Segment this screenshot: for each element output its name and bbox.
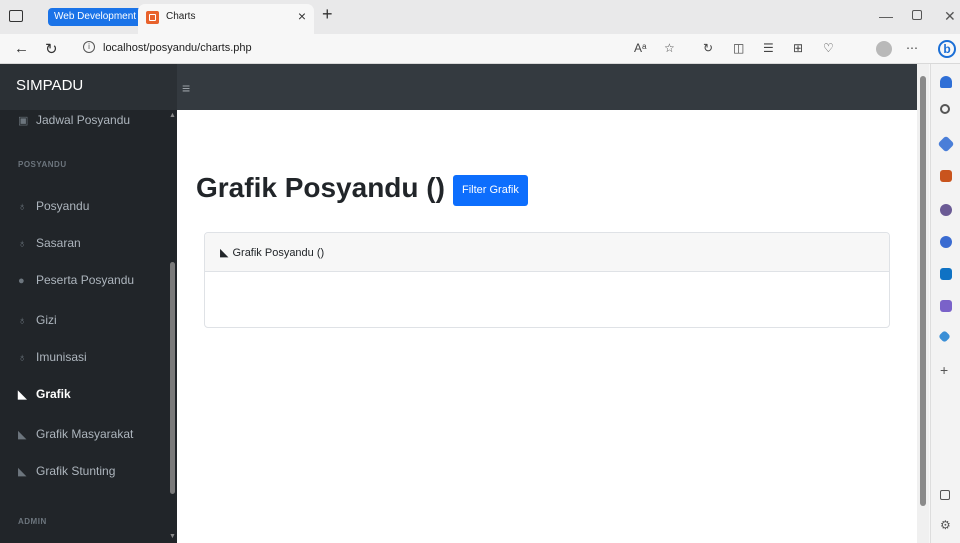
hide-sidebar-icon[interactable] (940, 490, 950, 500)
main-content: Grafik Posyandu () Filter Grafik ◣ Grafik… (177, 110, 917, 543)
sidebar-item-gizi[interactable]: ♁ Gizi (18, 313, 57, 327)
app-brand[interactable]: SIMPADU (0, 64, 177, 110)
designer-icon[interactable] (940, 300, 952, 312)
url-field[interactable]: localhost/posyandu/charts.php (103, 42, 252, 54)
minimize-icon[interactable]: — (879, 8, 893, 24)
sidebar-scrollbar[interactable]: ▲ ▼ (168, 110, 177, 543)
tab-title: Charts (166, 11, 196, 22)
sidebar-heading-admin: ADMIN (18, 517, 47, 526)
sidebar-item-peserta-posyandu[interactable]: ● Peserta Posyandu (18, 273, 134, 287)
read-aloud-icon[interactable]: Aᵃ (634, 41, 646, 55)
more-menu-icon[interactable]: ⋯ (906, 41, 918, 55)
collections-icon[interactable]: ⊞ (793, 41, 803, 55)
scroll-up-arrow-icon[interactable]: ▲ (169, 112, 176, 119)
microsoft365-icon[interactable] (940, 236, 952, 248)
notification-bell-icon[interactable] (940, 76, 952, 88)
card-header: ◣ Grafik Posyandu () (205, 233, 889, 272)
split-screen-icon[interactable]: ◫ (733, 41, 744, 55)
tab-actions-icon[interactable] (9, 10, 23, 22)
favorites-icon[interactable]: ☰ (763, 41, 774, 55)
chart-card: ◣ Grafik Posyandu () (204, 232, 890, 328)
area-chart-icon: ◣ (18, 466, 27, 478)
page-scrollbar-thumb[interactable] (920, 76, 926, 506)
favorite-star-icon[interactable]: ☆ (664, 41, 675, 55)
add-sidebar-app-icon[interactable]: + (940, 362, 952, 378)
tab-favicon-icon (146, 11, 159, 24)
browser-side-panel: + ⚙ (930, 64, 960, 543)
drop-icon[interactable] (938, 330, 951, 343)
sidebar-item-posyandu[interactable]: ♁ Posyandu (18, 199, 89, 213)
user-icon: ● (18, 275, 25, 287)
sidebar-item-grafik[interactable]: ◣ Grafik (18, 387, 71, 401)
sidebar: ▣ Jadwal Posyandu POSYANDU ♁ Posyandu ♁ Sas… (0, 110, 177, 543)
scroll-down-arrow-icon[interactable]: ▼ (169, 533, 176, 540)
new-tab-icon[interactable]: + (322, 4, 333, 25)
profile-avatar[interactable] (876, 41, 892, 57)
area-chart-icon: ◣ (220, 247, 229, 259)
stethoscope-icon: ♁ (18, 315, 27, 327)
back-icon[interactable]: ← (14, 40, 29, 57)
address-bar-row: ← ↻ i localhost/posyandu/charts.php Aᵃ ☆… (0, 34, 960, 64)
search-icon[interactable] (940, 104, 950, 114)
browser-tab-strip: Web Development Charts × + — ✕ (0, 0, 960, 34)
games-icon[interactable] (940, 204, 952, 216)
stethoscope-icon: ♁ (18, 238, 27, 250)
site-info-icon[interactable]: i (83, 41, 95, 53)
sidebar-item-grafik-masyarakat[interactable]: ◣ Grafik Masyarakat (18, 427, 133, 441)
reload-icon[interactable]: ↻ (45, 40, 58, 58)
browser-tab-charts[interactable]: Charts × (138, 4, 314, 34)
card-title: Grafik Posyandu () (232, 247, 325, 259)
page-title: Grafik Posyandu () (196, 172, 445, 203)
sidebar-item-imunisasi[interactable]: ♁ Imunisasi (18, 350, 87, 364)
calendar-icon: ▣ (18, 115, 29, 127)
sidebar-item-grafik-stunting[interactable]: ◣ Grafik Stunting (18, 464, 115, 478)
stethoscope-icon: ♁ (18, 352, 27, 364)
sidebar-item-sasaran[interactable]: ♁ Sasaran (18, 236, 81, 250)
sidebar-toggle-icon[interactable]: ≡ (182, 80, 190, 96)
shopping-tag-icon[interactable] (937, 135, 955, 153)
tab-group-chip[interactable]: Web Development (48, 8, 143, 26)
settings-gear-icon[interactable]: ⚙ (940, 518, 952, 532)
area-chart-icon: ◣ (18, 389, 27, 401)
browser-essentials-icon[interactable]: ♡ (823, 41, 834, 55)
extensions-icon[interactable]: ↻ (703, 41, 713, 55)
outlook-icon[interactable] (940, 268, 952, 280)
stethoscope-icon: ♁ (18, 201, 27, 213)
filter-grafik-button[interactable]: Filter Grafik (453, 175, 528, 206)
sidebar-scrollbar-thumb[interactable] (170, 262, 175, 494)
sidebar-item-jadwal-posyandu[interactable]: ▣ Jadwal Posyandu (18, 113, 130, 127)
sidebar-heading-posyandu: POSYANDU (18, 160, 67, 169)
tools-briefcase-icon[interactable] (940, 170, 952, 182)
copilot-icon[interactable]: b (938, 40, 956, 58)
page-scrollbar[interactable] (917, 64, 929, 543)
tab-close-icon[interactable]: × (298, 8, 306, 24)
close-window-icon[interactable]: ✕ (944, 8, 956, 25)
area-chart-icon: ◣ (18, 429, 27, 441)
restore-icon[interactable] (912, 10, 922, 20)
